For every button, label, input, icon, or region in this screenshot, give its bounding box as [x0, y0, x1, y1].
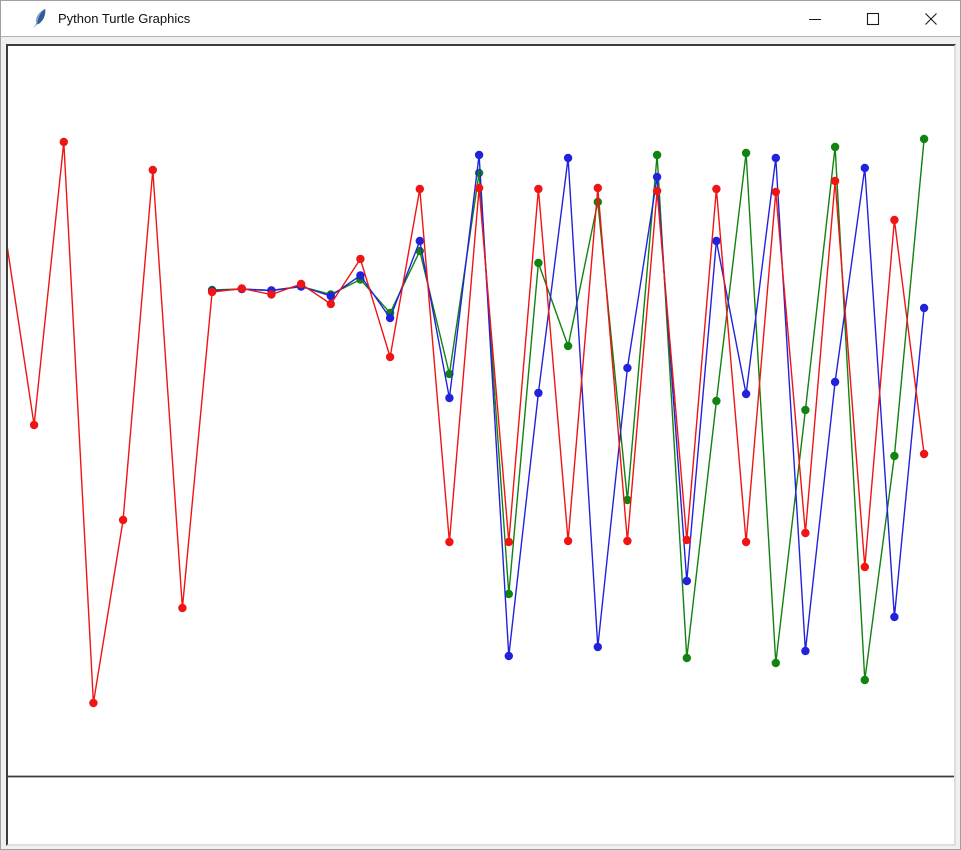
series-blue-marker [771, 153, 780, 163]
series-green-marker [860, 675, 869, 685]
series-blue-marker [504, 651, 513, 661]
series-blue-marker [801, 646, 810, 656]
series-blue-marker [830, 377, 840, 387]
series-blue-marker [534, 388, 543, 398]
series-red-marker [118, 515, 128, 525]
series-red-marker [474, 183, 484, 193]
series-green-line [212, 138, 925, 681]
series-red-marker [919, 449, 929, 459]
series-red-marker [356, 254, 365, 264]
series-blue-marker [593, 642, 602, 652]
series-blue-marker [652, 172, 662, 182]
close-icon [925, 12, 937, 25]
series-green-marker [801, 405, 810, 415]
series-blue-marker [919, 303, 929, 313]
series-red-marker [563, 536, 573, 546]
series-blue-marker [356, 271, 365, 280]
series-green-marker [830, 142, 840, 152]
series-red-marker [445, 537, 454, 547]
series-blue-marker [890, 612, 899, 622]
close-button[interactable] [902, 1, 960, 36]
series-blue-marker [445, 393, 454, 403]
series-blue-marker [712, 236, 721, 246]
series-red-marker [178, 603, 187, 613]
series-red-marker [385, 352, 395, 362]
maximize-icon [866, 12, 880, 25]
series-red-marker [504, 537, 513, 547]
series-red-marker [830, 176, 840, 186]
series-red-marker [534, 184, 543, 194]
series-red-marker [712, 184, 721, 194]
series-red-marker [267, 290, 276, 299]
tk-feather-icon [33, 8, 46, 29]
series-blue-marker [415, 236, 424, 246]
series-blue-marker [860, 163, 869, 173]
series-blue-line [212, 154, 925, 657]
series-red-marker [237, 284, 246, 293]
titlebar[interactable]: Python Turtle Graphics [1, 1, 960, 37]
series-green-marker [534, 258, 543, 268]
series-red-marker [326, 299, 335, 309]
minimize-icon [809, 18, 821, 20]
series-green-marker [741, 148, 751, 158]
series-red-marker [89, 698, 98, 708]
series-red-marker [296, 279, 306, 289]
series-blue-marker [623, 363, 632, 373]
series-red-marker [148, 165, 157, 175]
series-green-marker [593, 197, 602, 207]
series-red-marker [207, 287, 217, 297]
turtle-graphics-window: Python Turtle Graphics [0, 0, 961, 850]
series-red-marker [29, 420, 39, 430]
series-red-marker [415, 184, 424, 194]
series-green-marker [682, 653, 691, 663]
series-red-marker [623, 536, 632, 546]
series-green-marker [890, 451, 899, 461]
series-blue-marker [385, 313, 395, 323]
series-green-marker [652, 150, 662, 160]
series-blue-marker [474, 150, 484, 160]
series-green-marker [771, 658, 780, 668]
series-red-marker [59, 137, 68, 147]
turtle-drawing [8, 134, 954, 778]
turtle-canvas [6, 44, 956, 846]
series-red-marker [860, 562, 869, 572]
minimize-button[interactable] [786, 1, 844, 36]
series-red-line [8, 141, 925, 704]
series-blue-marker [682, 576, 691, 586]
series-red-marker [741, 537, 751, 547]
series-red-marker [652, 186, 662, 196]
series-red-marker [682, 535, 691, 545]
window-title: Python Turtle Graphics [58, 11, 191, 26]
series-red-marker [801, 528, 810, 538]
maximize-button[interactable] [844, 1, 902, 36]
series-red-marker [593, 183, 602, 193]
series-green-marker [712, 396, 721, 406]
series-green-marker [563, 341, 573, 351]
series-blue-marker [563, 153, 573, 163]
series-blue-marker [741, 389, 751, 399]
series-red-marker [771, 187, 780, 197]
series-red-marker [890, 215, 899, 225]
series-green-marker [919, 134, 929, 144]
